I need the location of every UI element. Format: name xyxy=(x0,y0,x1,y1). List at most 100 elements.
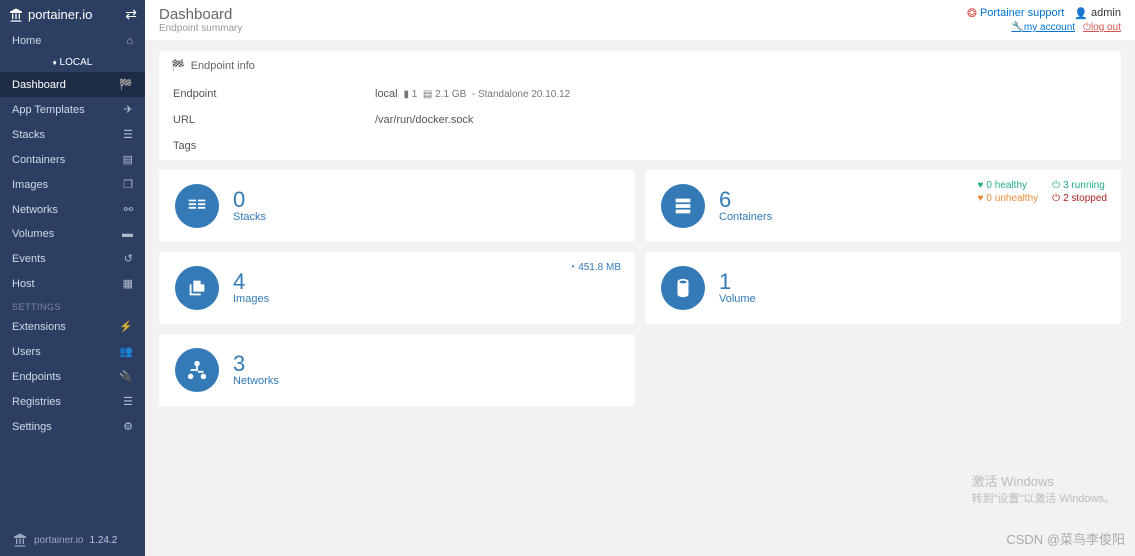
tachometer-icon: 🏁 xyxy=(171,59,185,72)
main-content: Dashboard Endpoint summary ❂ Portainer s… xyxy=(145,0,1135,556)
bullet-icon: ♦ xyxy=(53,58,57,67)
stacks-count: 0 xyxy=(233,189,266,211)
page-title: Dashboard xyxy=(159,6,242,23)
tachometer-icon: 🏁 xyxy=(119,78,133,91)
sidebar-item-settings[interactable]: Settings ⚙ xyxy=(0,414,145,439)
life-ring-icon: ❂ xyxy=(967,6,977,20)
networks-count: 3 xyxy=(233,353,279,375)
topbar: Dashboard Endpoint summary ❂ Portainer s… xyxy=(145,0,1135,41)
images-card[interactable]: 4 Images ◔ 451.8 MB xyxy=(159,252,635,324)
healthy-status: ♥0 healthy xyxy=(977,180,1038,191)
endpoint-info-table: Endpoint local ▮ 1 ▤ 2.1 GB - Standalone… xyxy=(159,80,1121,160)
containers-status: ♥0 healthy ⏻3 running ♥0 unhealthy ⏻2 st… xyxy=(977,180,1107,204)
brand-logo[interactable]: portainer.io xyxy=(8,7,92,23)
database-icon: ☰ xyxy=(123,395,133,408)
sidebar-item-endpoints[interactable]: Endpoints 🔌 xyxy=(0,364,145,389)
content-area: 🏁 Endpoint info Endpoint local ▮ 1 ▤ 2.1… xyxy=(145,41,1135,426)
cpu-icon: ▮ xyxy=(403,89,409,100)
volume-icon xyxy=(661,266,705,310)
stacks-card[interactable]: 0 Stacks xyxy=(159,170,635,242)
images-icon xyxy=(175,266,219,310)
collapse-icon[interactable]: ⇄ xyxy=(125,6,137,23)
sidebar: portainer.io ⇄ Home ⌂ ♦ LOCAL Dashboard … xyxy=(0,0,145,556)
endpoint-info-panel: 🏁 Endpoint info Endpoint local ▮ 1 ▤ 2.1… xyxy=(159,51,1121,160)
table-row: URL /var/run/docker.sock xyxy=(161,108,1119,132)
user-display: 👤 admin xyxy=(1074,7,1121,20)
sidebar-item-volumes[interactable]: Volumes ▬ xyxy=(0,222,145,246)
sidebar-item-containers[interactable]: Containers ▤ xyxy=(0,147,145,172)
list-icon: ☰ xyxy=(123,128,133,141)
brand-text: portainer.io xyxy=(28,7,92,22)
plug-icon: 🔌 xyxy=(119,370,133,383)
power-off-icon: ⏻ xyxy=(1052,193,1060,204)
sidebar-item-registries[interactable]: Registries ☰ xyxy=(0,389,145,414)
sidebar-item-images[interactable]: Images ❐ xyxy=(0,172,145,197)
cogs-icon: ⚙ xyxy=(123,420,133,433)
page-subtitle: Endpoint summary xyxy=(159,23,242,34)
tags-label: Tags xyxy=(161,134,361,158)
containers-icon xyxy=(661,184,705,228)
power-icon: ⏻ xyxy=(1083,22,1091,33)
version-text: 1.24.2 xyxy=(89,535,117,546)
url-label: URL xyxy=(161,108,361,132)
panel-header: 🏁 Endpoint info xyxy=(159,51,1121,80)
history-icon: ↺ xyxy=(124,252,133,265)
sidebar-item-home[interactable]: Home ⌂ xyxy=(0,29,145,53)
running-status: ⏻3 running xyxy=(1052,180,1107,191)
containers-count: 6 xyxy=(719,189,772,211)
table-row: Endpoint local ▮ 1 ▤ 2.1 GB - Standalone… xyxy=(161,82,1119,106)
sidebar-item-events[interactable]: Events ↺ xyxy=(0,246,145,271)
logout-link[interactable]: ⏻log out xyxy=(1083,22,1121,33)
stacks-label: Stacks xyxy=(233,211,266,223)
clone-icon: ❐ xyxy=(123,178,133,191)
stopped-status: ⏻2 stopped xyxy=(1052,193,1107,204)
csdn-watermark: CSDN @菜鸟李俊阳 xyxy=(1006,529,1125,548)
sidebar-section-settings: SETTINGS xyxy=(0,296,145,314)
volume-label: Volume xyxy=(719,293,756,305)
volume-card[interactable]: 1 Volume xyxy=(645,252,1121,324)
user-icon: 👤 xyxy=(1074,7,1088,20)
sidebar-header: portainer.io ⇄ xyxy=(0,0,145,29)
footer-brand: portainer.io xyxy=(34,535,83,546)
windows-watermark: 激活 Windows 转到"设置"以激活 Windows。 xyxy=(972,471,1116,506)
stacks-icon xyxy=(175,184,219,228)
heart-icon: ♥ xyxy=(977,180,983,191)
wrench-icon: 🔧 xyxy=(1011,22,1023,33)
sidebar-item-dashboard[interactable]: Dashboard 🏁 xyxy=(0,72,145,97)
url-value: /var/run/docker.sock xyxy=(363,108,1119,132)
topbar-right: ❂ Portainer support 👤 admin 🔧my account … xyxy=(967,6,1121,33)
sidebar-item-networks[interactable]: Networks ⚯ xyxy=(0,197,145,222)
images-size: ◔ 451.8 MB xyxy=(569,262,621,273)
heart-icon: ♥ xyxy=(977,193,983,204)
networks-card[interactable]: 3 Networks xyxy=(159,334,635,406)
volume-count: 1 xyxy=(719,271,756,293)
sidebar-item-app-templates[interactable]: App Templates ✈ xyxy=(0,97,145,122)
home-icon: ⌂ xyxy=(126,35,133,47)
networks-icon xyxy=(175,348,219,392)
tags-value xyxy=(363,134,1119,158)
rocket-icon: ✈ xyxy=(124,103,133,116)
sidebar-endpoint-local[interactable]: ♦ LOCAL xyxy=(0,53,145,72)
sidebar-footer: portainer.io 1.24.2 xyxy=(0,524,145,556)
unhealthy-status: ♥0 unhealthy xyxy=(977,193,1038,204)
sidebar-item-extensions[interactable]: Extensions ⚡ xyxy=(0,314,145,339)
th-icon: ▦ xyxy=(123,277,133,290)
hdd-icon: ▬ xyxy=(122,228,133,240)
endpoint-value: local ▮ 1 ▤ 2.1 GB - Standalone 20.10.12 xyxy=(363,82,1119,106)
sidebar-item-users[interactable]: Users 👥 xyxy=(0,339,145,364)
portainer-logo-icon xyxy=(8,7,24,23)
table-row: Tags xyxy=(161,134,1119,158)
sitemap-icon: ⚯ xyxy=(124,203,133,216)
sidebar-item-stacks[interactable]: Stacks ☰ xyxy=(0,122,145,147)
memory-icon: ▤ xyxy=(423,89,432,100)
sidebar-item-host[interactable]: Host ▦ xyxy=(0,271,145,296)
power-on-icon: ⏻ xyxy=(1052,180,1060,191)
containers-card[interactable]: 6 Containers ♥0 healthy ⏻3 running ♥0 un… xyxy=(645,170,1121,242)
users-icon: 👥 xyxy=(119,345,133,358)
portainer-logo-small-icon xyxy=(12,532,28,548)
support-link[interactable]: ❂ Portainer support xyxy=(967,6,1064,20)
server-icon: ▤ xyxy=(123,153,133,166)
networks-label: Networks xyxy=(233,375,279,387)
page-heading: Dashboard Endpoint summary xyxy=(159,6,242,34)
my-account-link[interactable]: 🔧my account xyxy=(1011,22,1075,33)
